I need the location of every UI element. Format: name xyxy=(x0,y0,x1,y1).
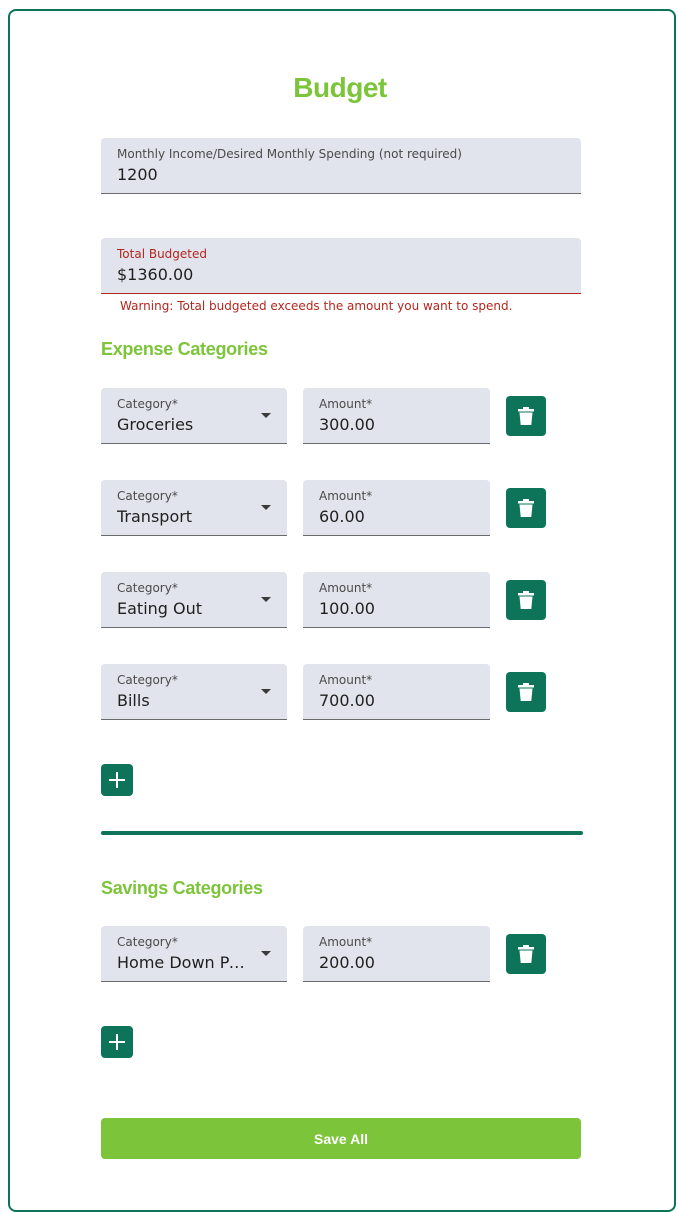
amount-value[interactable]: 200.00 xyxy=(319,953,375,972)
save-all-button[interactable]: Save All xyxy=(101,1118,581,1159)
category-value: Bills xyxy=(117,691,150,710)
category-label: Category* xyxy=(117,397,178,411)
chevron-down-icon[interactable] xyxy=(261,505,271,510)
category-label: Category* xyxy=(117,581,178,595)
expense-categories-title: Expense Categories xyxy=(101,339,268,359)
add-savings-button[interactable] xyxy=(101,1026,133,1058)
trash-icon xyxy=(518,683,534,701)
trash-icon xyxy=(518,407,534,425)
monthly-income-label: Monthly Income/Desired Monthly Spending … xyxy=(117,147,462,161)
chevron-down-icon[interactable] xyxy=(261,951,271,956)
amount-label: Amount* xyxy=(319,581,373,595)
plus-icon xyxy=(109,1034,125,1050)
chevron-down-icon[interactable] xyxy=(261,689,271,694)
amount-label: Amount* xyxy=(319,673,373,687)
category-select[interactable]: Category* Eating Out xyxy=(101,572,287,628)
plus-icon xyxy=(109,772,125,788)
amount-label: Amount* xyxy=(319,935,373,949)
delete-row-button[interactable] xyxy=(506,396,546,436)
amount-value[interactable]: 100.00 xyxy=(319,599,375,618)
delete-row-button[interactable] xyxy=(506,488,546,528)
amount-field[interactable]: Amount* 300.00 xyxy=(303,388,490,444)
monthly-income-field[interactable]: Monthly Income/Desired Monthly Spending … xyxy=(101,138,581,194)
category-label: Category* xyxy=(117,935,178,949)
total-budgeted-value: $1360.00 xyxy=(117,265,194,284)
category-label: Category* xyxy=(117,489,178,503)
category-value: Groceries xyxy=(117,415,194,434)
category-select[interactable]: Category* Groceries xyxy=(101,388,287,444)
category-select[interactable]: Category* Transport xyxy=(101,480,287,536)
amount-label: Amount* xyxy=(319,489,373,503)
total-budgeted-label: Total Budgeted xyxy=(117,247,207,261)
delete-row-button[interactable] xyxy=(506,672,546,712)
trash-icon xyxy=(518,499,534,517)
trash-icon xyxy=(518,591,534,609)
amount-value[interactable]: 700.00 xyxy=(319,691,375,710)
delete-row-button[interactable] xyxy=(506,580,546,620)
category-select[interactable]: Category* Bills xyxy=(101,664,287,720)
total-budgeted-field: Total Budgeted $1360.00 xyxy=(101,238,581,294)
amount-label: Amount* xyxy=(319,397,373,411)
amount-value[interactable]: 300.00 xyxy=(319,415,375,434)
chevron-down-icon[interactable] xyxy=(261,413,271,418)
amount-field[interactable]: Amount* 100.00 xyxy=(303,572,490,628)
amount-value[interactable]: 60.00 xyxy=(319,507,365,526)
category-value: Eating Out xyxy=(117,599,203,618)
monthly-income-value[interactable]: 1200 xyxy=(117,165,158,184)
category-select[interactable]: Category* Home Down Payment xyxy=(101,926,287,982)
amount-field[interactable]: Amount* 60.00 xyxy=(303,480,490,536)
category-value: Home Down Payment xyxy=(117,953,249,972)
category-label: Category* xyxy=(117,673,178,687)
chevron-down-icon[interactable] xyxy=(261,597,271,602)
total-budgeted-warning: Warning: Total budgeted exceeds the amou… xyxy=(120,299,513,313)
page-title: Budget xyxy=(293,72,387,103)
amount-field[interactable]: Amount* 200.00 xyxy=(303,926,490,982)
section-divider xyxy=(101,831,583,835)
add-expense-button[interactable] xyxy=(101,764,133,796)
trash-icon xyxy=(518,945,534,963)
delete-row-button[interactable] xyxy=(506,934,546,974)
amount-field[interactable]: Amount* 700.00 xyxy=(303,664,490,720)
savings-categories-title: Savings Categories xyxy=(101,878,263,898)
category-value: Transport xyxy=(117,507,193,526)
